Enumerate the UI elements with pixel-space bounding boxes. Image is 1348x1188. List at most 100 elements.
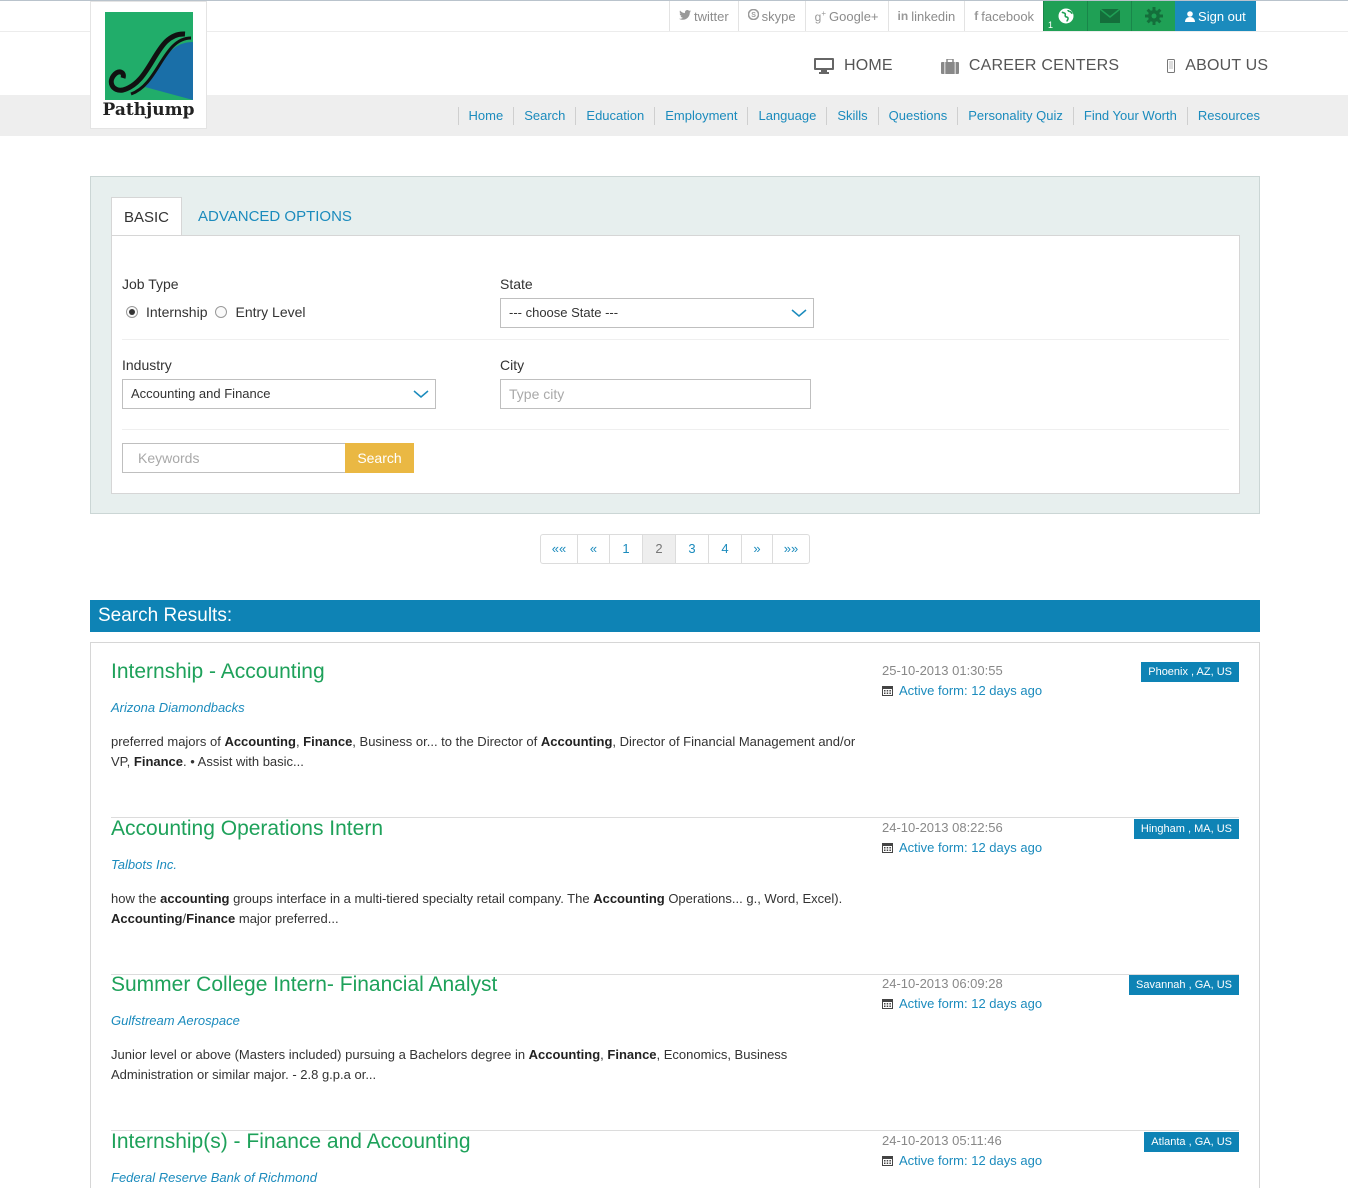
messages-button[interactable] bbox=[1087, 1, 1132, 31]
page-4[interactable]: 4 bbox=[709, 535, 742, 563]
globe-notifications-button[interactable]: 1 bbox=[1043, 1, 1088, 31]
settings-button[interactable] bbox=[1131, 1, 1176, 31]
nav-home-label: HOME bbox=[844, 57, 893, 74]
nav-about-us[interactable]: ABOUT US bbox=[1167, 57, 1268, 75]
calendar-icon bbox=[882, 843, 893, 853]
job-type-radios: Internship Entry Level bbox=[126, 304, 306, 320]
sub-nav: Home Search Education Employment Languag… bbox=[457, 95, 1260, 136]
subnav-home[interactable]: Home bbox=[457, 106, 514, 125]
linkedin-link[interactable]: in linkedin bbox=[887, 1, 965, 31]
skype-link[interactable]: S skype bbox=[737, 1, 805, 31]
company-link[interactable]: Gulfstream Aerospace bbox=[111, 1013, 240, 1028]
subnav-resources[interactable]: Resources bbox=[1186, 106, 1260, 125]
active-since: Active form: 12 days ago bbox=[882, 1153, 1042, 1168]
keywords-placeholder: Keywords bbox=[138, 450, 200, 466]
subnav-skills[interactable]: Skills bbox=[826, 106, 877, 125]
envelope-icon bbox=[1099, 9, 1120, 23]
skype-label: skype bbox=[761, 8, 796, 24]
logo-emblem bbox=[105, 12, 193, 100]
job-type-label: Job Type bbox=[122, 276, 179, 292]
industry-select[interactable]: Accounting and Finance bbox=[122, 379, 436, 409]
search-button[interactable]: Search bbox=[345, 443, 414, 473]
job-title-link[interactable]: Accounting Operations Intern bbox=[111, 817, 383, 841]
search-results-list: Internship - Accounting Arizona Diamondba… bbox=[90, 642, 1260, 1188]
page-1[interactable]: 1 bbox=[610, 535, 643, 563]
page-2-current[interactable]: 2 bbox=[643, 535, 676, 563]
job-description: preferred majors of Accounting, Finance,… bbox=[111, 734, 856, 769]
google-plus-link[interactable]: g+ Google+ bbox=[804, 1, 888, 31]
google-plus-icon: g+ bbox=[814, 8, 826, 24]
subnav-education[interactable]: Education bbox=[575, 106, 654, 125]
page-prev[interactable]: « bbox=[578, 535, 610, 563]
company-link[interactable]: Federal Reserve Bank of Richmond bbox=[111, 1170, 317, 1185]
entry-level-radio-label: Entry Level bbox=[235, 304, 306, 320]
globe-icon bbox=[1058, 8, 1074, 24]
location-badge: Savannah , GA, US bbox=[1129, 975, 1239, 995]
company-link[interactable]: Arizona Diamondbacks bbox=[111, 700, 245, 715]
page-first[interactable]: «« bbox=[541, 535, 578, 563]
active-since: Active form: 12 days ago bbox=[882, 840, 1042, 855]
facebook-link[interactable]: f facebook bbox=[964, 1, 1043, 31]
calendar-icon bbox=[882, 1156, 893, 1166]
nav-home[interactable]: HOME bbox=[814, 57, 893, 75]
twitter-label: twitter bbox=[694, 8, 729, 24]
logo-brand-text: Pathjump bbox=[102, 100, 195, 120]
active-since-label[interactable]: Active form: 12 days ago bbox=[899, 1153, 1042, 1168]
user-icon bbox=[1185, 10, 1196, 22]
sign-out-label: Sign out bbox=[1198, 8, 1246, 24]
tab-basic[interactable]: BASIC bbox=[111, 197, 183, 237]
gear-icon bbox=[1144, 7, 1163, 25]
svg-text:S: S bbox=[751, 12, 756, 19]
nav-career-centers[interactable]: CAREER CENTERS bbox=[940, 57, 1119, 75]
skype-icon: S bbox=[747, 8, 759, 23]
subnav-employment[interactable]: Employment bbox=[654, 106, 747, 125]
search-tabs: BASIC ADVANCED OPTIONS bbox=[111, 197, 364, 237]
sign-out-button[interactable]: Sign out bbox=[1175, 1, 1256, 31]
location-badge: Hingham , MA, US bbox=[1133, 819, 1239, 839]
subnav-language[interactable]: Language bbox=[747, 106, 826, 125]
company-link[interactable]: Talbots Inc. bbox=[111, 857, 177, 872]
top-social-bar: twitter S skype g+ Google+ in linkedin f… bbox=[669, 1, 1256, 31]
posted-date: 24-10-2013 05:11:46 bbox=[882, 1133, 1002, 1148]
job-title-link[interactable]: Internship - Accounting bbox=[111, 660, 325, 684]
form-divider bbox=[122, 429, 1229, 430]
subnav-find-your-worth[interactable]: Find Your Worth bbox=[1072, 106, 1187, 125]
job-description: how the accounting groups interface in a… bbox=[111, 891, 843, 926]
briefcase-icon bbox=[940, 58, 959, 74]
internship-radio[interactable] bbox=[126, 306, 138, 318]
state-select[interactable]: --- choose State --- bbox=[500, 298, 814, 328]
job-title-link[interactable]: Summer College Intern- Financial Analyst bbox=[111, 973, 497, 997]
job-title-link[interactable]: Internship(s) - Finance and Accounting bbox=[111, 1130, 471, 1154]
entry-level-radio[interactable] bbox=[215, 306, 228, 318]
city-input-placeholder: Type city bbox=[509, 386, 565, 402]
industry-label: Industry bbox=[122, 357, 172, 373]
keywords-input[interactable]: Keywords bbox=[122, 443, 346, 473]
state-label: State bbox=[500, 276, 533, 292]
active-since-label[interactable]: Active form: 12 days ago bbox=[899, 996, 1042, 1011]
google-plus-label: Google+ bbox=[829, 8, 879, 24]
pagination: «« « 1 2 3 4 » »» bbox=[540, 534, 810, 564]
facebook-icon: f bbox=[974, 9, 979, 23]
nav-about-us-label: ABOUT US bbox=[1185, 57, 1269, 74]
chevron-down-icon bbox=[791, 309, 807, 317]
subnav-personality-quiz[interactable]: Personality Quiz bbox=[957, 106, 1073, 125]
city-input[interactable]: Type city bbox=[500, 379, 811, 409]
notification-count: 1 bbox=[1048, 20, 1054, 30]
twitter-link[interactable]: twitter bbox=[669, 1, 738, 31]
posted-date: 24-10-2013 08:22:56 bbox=[882, 820, 1003, 835]
page-last[interactable]: »» bbox=[773, 535, 809, 563]
active-since-label[interactable]: Active form: 12 days ago bbox=[899, 683, 1042, 698]
subnav-search[interactable]: Search bbox=[513, 106, 575, 125]
active-since: Active form: 12 days ago bbox=[882, 996, 1042, 1011]
active-since-label[interactable]: Active form: 12 days ago bbox=[899, 840, 1042, 855]
facebook-label: facebook bbox=[981, 8, 1035, 24]
pathjump-logo[interactable]: Pathjump bbox=[90, 1, 207, 129]
internship-radio-label: Internship bbox=[146, 304, 208, 320]
main-nav: HOME CAREER CENTERS ABOUT US bbox=[814, 57, 1268, 75]
location-badge: Atlanta , GA, US bbox=[1144, 1132, 1239, 1152]
page-3[interactable]: 3 bbox=[676, 535, 709, 563]
state-select-value: --- choose State --- bbox=[509, 305, 619, 320]
page-next[interactable]: » bbox=[742, 535, 773, 563]
subnav-questions[interactable]: Questions bbox=[877, 106, 958, 125]
tab-advanced-options[interactable]: ADVANCED OPTIONS bbox=[182, 197, 364, 236]
